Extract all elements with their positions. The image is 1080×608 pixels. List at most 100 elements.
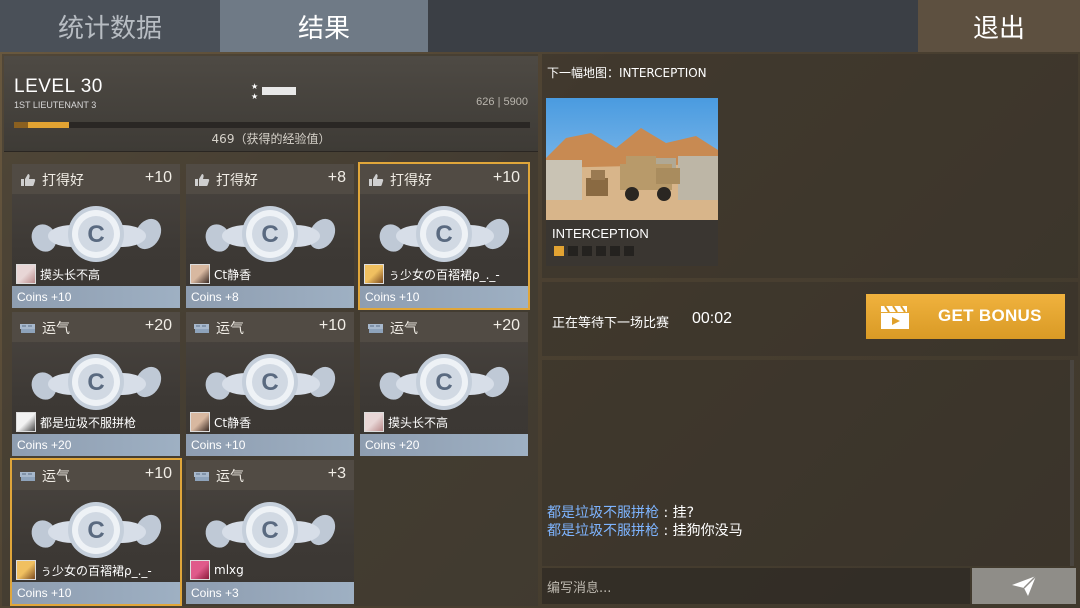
next-map-panel: 下一幅地图：INTERCEPTION INTERCEPTION: [542, 54, 1078, 278]
card-player: 摸头长不高: [16, 264, 100, 284]
card-player: ぅ少女の百褶裙ρ_._-: [16, 560, 152, 580]
card-coins-reward: Coins +3: [186, 582, 354, 604]
send-button[interactable]: [972, 568, 1076, 604]
card-player: ぅ少女の百褶裙ρ_._-: [364, 264, 500, 284]
rank-insignia-icon: ★ ★: [251, 82, 296, 101]
svg-text:C: C: [261, 517, 278, 544]
exit-button[interactable]: 退出: [918, 0, 1080, 52]
thumbs-up-icon: [194, 172, 210, 186]
card-points: +10: [318, 317, 346, 334]
avatar: [16, 264, 36, 284]
coins-icon: C: [26, 500, 166, 562]
player-name: Ct静香: [214, 267, 252, 282]
card-coins-reward: Coins +10: [12, 286, 180, 308]
reward-card: 打得好 +10 C ぅ少女の百褶裙ρ_._- Coins +10: [358, 162, 530, 310]
avatar: [190, 264, 210, 284]
card-coins-reward: Coins +8: [186, 286, 354, 308]
avatar: [364, 412, 384, 432]
card-coins-reward: Coins +10: [12, 582, 180, 604]
svg-text:C: C: [87, 221, 104, 248]
player-name: 摸头长不高: [40, 267, 101, 282]
svg-text:C: C: [261, 369, 278, 396]
chat-scrollbar[interactable]: [1070, 360, 1074, 566]
luck-icon: [20, 468, 36, 482]
avatar: [16, 560, 36, 580]
card-points: +10: [144, 169, 172, 186]
reward-card: 运气 +20 C 摸头长不高 Coins +20: [360, 312, 528, 456]
card-coins-reward: Coins +20: [12, 434, 180, 456]
player-name: ぅ少女の百褶裙ρ_._-: [388, 267, 500, 282]
svg-text:C: C: [435, 369, 452, 396]
xp-counter: 626 | 5900: [476, 96, 528, 108]
reward-card: 打得好 +10 C 摸头长不高 Coins +10: [12, 164, 180, 308]
card-player: 摸头长不高: [364, 412, 448, 432]
chat-text: 挂?: [672, 505, 695, 521]
card-header: 运气 +20: [12, 312, 180, 342]
reward-card: 运气 +3 Cmlxg Coins +3: [186, 460, 354, 604]
player-name: 摸头长不高: [388, 415, 449, 430]
chat-sender[interactable]: 都是垃圾不服拼枪: [547, 505, 659, 521]
svg-text:C: C: [435, 221, 452, 248]
coins-icon: C: [374, 352, 514, 414]
chat-messages: 都是垃圾不服拼枪 : 挂? 都是垃圾不服拼枪 : 挂狗你没马: [547, 504, 743, 540]
reward-card: 运气 +10 C Ct静香 Coins +10: [186, 312, 354, 456]
get-bonus-button[interactable]: GET BONUS: [866, 294, 1065, 339]
xp-previous-fill: [14, 122, 28, 128]
reward-card: 打得好 +8 C Ct静香 Coins +8: [186, 164, 354, 308]
chat-separator: :: [659, 505, 673, 521]
player-name: Ct静香: [214, 415, 252, 430]
coins-icon: C: [200, 352, 340, 414]
card-player: mlxg: [190, 560, 244, 580]
card-header: 打得好 +10: [360, 164, 528, 194]
svg-text:C: C: [87, 517, 104, 544]
card-header: 运气 +10: [12, 460, 180, 490]
player-name: 都是垃圾不服拼枪: [40, 415, 137, 430]
send-icon: [1012, 575, 1037, 596]
card-coins-reward: Coins +20: [360, 434, 528, 456]
card-header: 运气 +10: [186, 312, 354, 342]
card-header: 运气 +3: [186, 460, 354, 490]
map-dot: [610, 246, 620, 256]
tab-stats[interactable]: 统计数据: [0, 0, 220, 52]
coins-icon: C: [26, 204, 166, 266]
card-points: +3: [327, 465, 346, 482]
svg-text:C: C: [87, 369, 104, 396]
thumbs-up-icon: [20, 172, 36, 186]
avatar: [364, 264, 384, 284]
card-player: Ct静香: [190, 412, 251, 432]
map-rating-dots: [554, 246, 634, 256]
card-points: +10: [492, 169, 520, 186]
card-points: +20: [492, 317, 520, 334]
map-dot: [596, 246, 606, 256]
card-category: 打得好: [216, 173, 258, 189]
luck-icon: [368, 320, 384, 334]
svg-text:★: ★: [251, 92, 258, 101]
coins-icon: C: [200, 204, 340, 266]
chat-input[interactable]: 编写消息...: [542, 568, 970, 604]
chat-panel: 都是垃圾不服拼枪 : 挂? 都是垃圾不服拼枪 : 挂狗你没马: [542, 360, 1074, 566]
card-category: 运气: [216, 321, 244, 337]
svg-text:★: ★: [251, 82, 258, 91]
card-category: 打得好: [42, 173, 84, 189]
results-panel: LEVEL 30 1ST LIEUTENANT 3 ★ ★ 626 | 5900…: [2, 54, 538, 606]
luck-icon: [20, 320, 36, 334]
card-points: +8: [327, 169, 346, 186]
reward-card: 运气 +10 C ぅ少女の百褶裙ρ_._- Coins +10: [10, 458, 182, 606]
player-name: mlxg: [214, 563, 244, 577]
svg-text:C: C: [261, 221, 278, 248]
map-dot: [554, 246, 564, 256]
countdown-timer: 00:02: [692, 310, 733, 327]
video-icon: [881, 305, 909, 329]
card-player: 都是垃圾不服拼枪: [16, 412, 136, 432]
xp-gained: 469（获得的经验值）: [211, 132, 331, 146]
tab-results[interactable]: 结果: [220, 0, 428, 52]
card-category: 打得好: [390, 173, 432, 189]
map-dot: [582, 246, 592, 256]
map-thumbnail: [546, 98, 718, 220]
card-points: +20: [144, 317, 172, 334]
chat-separator: :: [659, 523, 673, 539]
avatar: [190, 560, 210, 580]
avatar: [16, 412, 36, 432]
chat-sender[interactable]: 都是垃圾不服拼枪: [547, 523, 659, 539]
card-points: +10: [144, 465, 172, 482]
